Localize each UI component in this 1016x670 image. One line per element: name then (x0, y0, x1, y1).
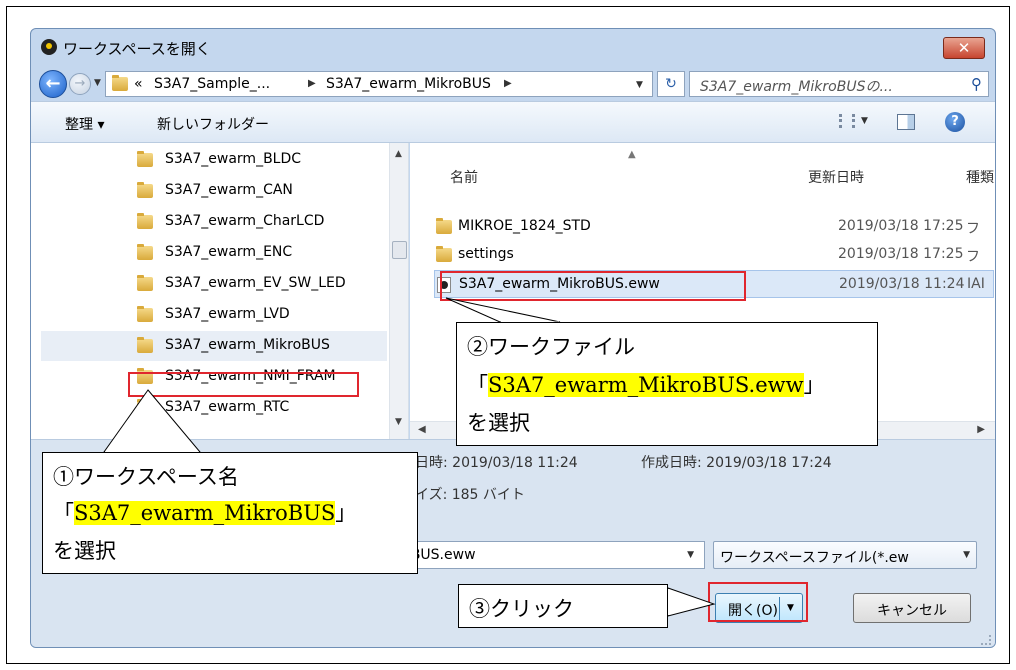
view-options-icon[interactable] (839, 114, 855, 128)
folder-icon (137, 337, 153, 353)
address-row: ← → ▼ « S3A7_Sample_... ▶ S3A7_ewarm_Mik… (31, 67, 995, 101)
folder-icon (137, 275, 153, 291)
filter-dropdown-icon[interactable]: ▼ (963, 550, 970, 560)
highlighted-name: S3A7_ewarm_MikroBUS (74, 501, 336, 525)
file-type: IAI (967, 276, 985, 292)
file-type: フ (966, 249, 980, 265)
nav-item-label: S3A7_ewarm_RTC (165, 399, 290, 415)
file-date: 2019/03/18 11:24 (839, 276, 965, 292)
column-header-type[interactable]: 種類 (966, 167, 994, 187)
annotation-text: を選択 (467, 411, 530, 435)
scroll-up-icon[interactable]: ▲ (395, 149, 402, 159)
folder-icon (436, 246, 452, 262)
preview-pane-icon[interactable] (897, 114, 915, 130)
dialog-title: ワークスペースを開く (63, 40, 211, 58)
created-date: 作成日時: 2019/03/18 17:24 (641, 455, 832, 471)
nav-item[interactable]: S3A7_ewarm_CAN (41, 176, 387, 206)
annotation-text: 「S3A7_ewarm_MikroBUS.eww」 (467, 373, 825, 397)
search-icon[interactable]: ⚲ (971, 75, 982, 93)
annotation-callout-2: ②ワークファイル 「S3A7_ewarm_MikroBUS.eww」 を選択 (456, 322, 878, 446)
nav-item-label: S3A7_ewarm_EV_SW_LED (165, 275, 346, 291)
file-type-filter[interactable]: ワークスペースファイル(*.ew ▼ (713, 541, 977, 569)
organize-button[interactable]: 整理 ▾ (65, 114, 104, 134)
folder-icon (436, 218, 452, 234)
nav-item[interactable]: S3A7_ewarm_ENC (41, 238, 387, 268)
nav-item[interactable]: S3A7_ewarm_EV_SW_LED (41, 269, 387, 299)
breadcrumb-mikrobus[interactable]: S3A7_ewarm_MikroBUS (326, 76, 491, 92)
nav-item-label: S3A7_ewarm_BLDC (165, 151, 302, 167)
new-folder-button[interactable]: 新しいフォルダー (157, 114, 269, 134)
nav-item-label: S3A7_ewarm_ENC (165, 244, 293, 260)
forward-button[interactable]: → (69, 73, 91, 95)
file-type: フ (966, 221, 980, 237)
annotation-text: ③クリック (469, 597, 574, 621)
file-name: settings (458, 246, 514, 262)
nav-item[interactable]: S3A7_ewarm_LVD (41, 300, 387, 330)
nav-item-label: S3A7_ewarm_MikroBUS (165, 337, 330, 353)
highlighted-name: S3A7_ewarm_MikroBUS.eww (488, 373, 804, 397)
breadcrumb-overflow[interactable]: « (134, 76, 143, 92)
column-header-name[interactable]: 名前 (450, 167, 478, 187)
sort-ascending-icon: ▲ (628, 149, 636, 160)
nav-item-label: S3A7_ewarm_CharLCD (165, 213, 325, 229)
search-input[interactable]: S3A7_ewarm_MikroBUSの... ⚲ (689, 71, 989, 97)
nav-item-label: S3A7_ewarm_CAN (165, 182, 293, 198)
search-placeholder: S3A7_ewarm_MikroBUSの... (700, 79, 893, 95)
highlight-box-open-button (708, 582, 808, 622)
file-size: サイズ: 185 バイト (401, 487, 525, 503)
address-dropdown-icon[interactable]: ▼ (636, 80, 643, 90)
folder-icon (112, 75, 128, 91)
folder-icon (137, 306, 153, 322)
folder-icon (137, 151, 153, 167)
breadcrumb-chevron-icon[interactable]: ▶ (308, 78, 316, 89)
nav-item[interactable]: S3A7_ewarm_BLDC (41, 145, 387, 175)
annotation-text: 「S3A7_ewarm_MikroBUS」 (53, 501, 357, 525)
breadcrumb-sample[interactable]: S3A7_Sample_... (154, 76, 270, 92)
file-name-dropdown-icon[interactable]: ▼ (687, 550, 694, 560)
folder-icon (137, 213, 153, 229)
refresh-button[interactable]: ↻ (657, 71, 685, 97)
recent-pages-dropdown-icon[interactable]: ▼ (94, 78, 101, 88)
file-date: 2019/03/18 17:25 (838, 246, 964, 262)
nav-item[interactable]: S3A7_ewarm_CharLCD (41, 207, 387, 237)
highlight-box-workspace-file (440, 271, 746, 301)
scroll-right-icon[interactable]: ▶ (977, 424, 985, 435)
nav-item-selected[interactable]: S3A7_ewarm_MikroBUS (41, 331, 387, 361)
folder-icon (137, 399, 153, 415)
title-bar: ワークスペースを開く ✕ (31, 29, 995, 67)
scroll-left-icon[interactable]: ◀ (418, 424, 426, 435)
close-button[interactable]: ✕ (943, 37, 985, 59)
help-icon[interactable]: ? (945, 112, 965, 132)
toolbar: 整理 ▾ 新しいフォルダー ▼ ? (31, 101, 995, 143)
annotation-text: ①ワークスペース名 (53, 465, 239, 489)
resize-grip-icon[interactable] (981, 635, 991, 645)
file-date: 2019/03/18 17:25 (838, 218, 964, 234)
scroll-down-icon[interactable]: ▼ (395, 417, 402, 427)
nav-item-label: S3A7_ewarm_LVD (165, 306, 290, 322)
back-button[interactable]: ← (39, 70, 67, 98)
file-type-filter-value: ワークスペースファイル(*.ew (720, 550, 909, 566)
file-row[interactable]: settings 2019/03/18 17:25 フ (436, 241, 995, 269)
address-bar[interactable]: « S3A7_Sample_... ▶ S3A7_ewarm_MikroBUS … (105, 71, 653, 97)
breadcrumb-chevron-icon[interactable]: ▶ (504, 78, 512, 89)
nav-item[interactable]: S3A7_ewarm_RTC (41, 393, 387, 423)
annotation-text: ②ワークファイル (467, 335, 635, 359)
app-icon (41, 39, 57, 55)
column-header-date[interactable]: 更新日時 (808, 167, 864, 187)
annotation-callout-1: ①ワークスペース名 「S3A7_ewarm_MikroBUS」 を選択 (42, 452, 418, 574)
folder-icon (137, 182, 153, 198)
annotation-callout-3: ③クリック (458, 584, 668, 628)
cancel-button[interactable]: キャンセル (853, 593, 971, 623)
highlight-box-workspace-folder (128, 372, 359, 397)
folder-icon (137, 244, 153, 260)
annotation-text: を選択 (53, 539, 116, 563)
scroll-thumb[interactable] (392, 241, 407, 259)
cancel-button-label: キャンセル (877, 603, 947, 619)
file-name: MIKROE_1824_STD (458, 218, 591, 234)
view-dropdown-icon[interactable]: ▼ (861, 116, 868, 126)
nav-scrollbar[interactable]: ▲ ▼ (389, 143, 408, 439)
file-row[interactable]: MIKROE_1824_STD 2019/03/18 17:25 フ (436, 213, 995, 241)
